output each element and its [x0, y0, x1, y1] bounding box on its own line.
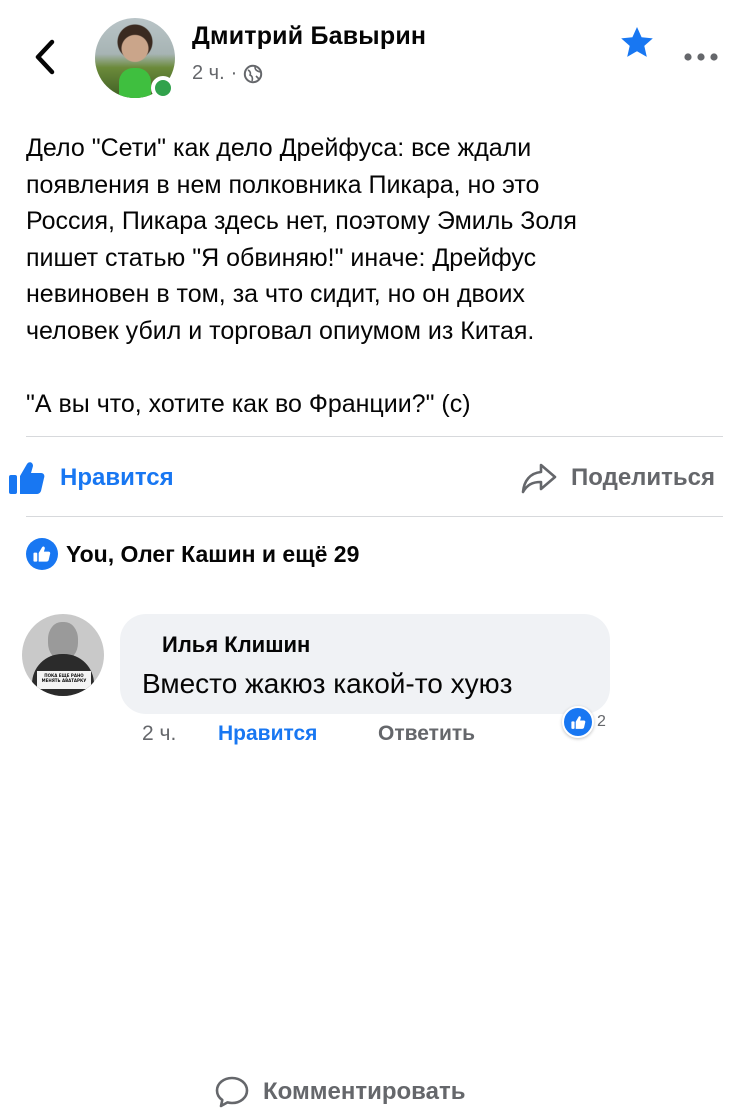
- comment-bubble-icon: [215, 1076, 249, 1108]
- post-time[interactable]: 2 ч.: [192, 62, 225, 85]
- post-header: Дмитрий Бавырин 2 ч. ·: [0, 0, 749, 110]
- like-reaction-icon: [562, 706, 594, 738]
- post-text-line: появления в нем полковника Пикара, но эт…: [26, 170, 540, 199]
- divider-bottom: [26, 516, 723, 517]
- more-dots-icon[interactable]: [683, 52, 719, 62]
- post-text-line: человек убил и торговал опиумом из Китая…: [26, 316, 535, 345]
- share-button[interactable]: Поделиться: [521, 452, 715, 504]
- comment-like-count: 2: [597, 713, 606, 730]
- post-meta: 2 ч. ·: [192, 62, 263, 85]
- share-label: Поделиться: [571, 464, 716, 491]
- like-label: Нравится: [60, 464, 174, 491]
- commenter-name[interactable]: Илья Клишин: [162, 632, 310, 658]
- share-arrow-icon: [521, 463, 557, 494]
- online-status-indicator: [151, 76, 175, 100]
- comment-like-button[interactable]: Нравится: [218, 722, 378, 746]
- comment-reply-button[interactable]: Ответить: [378, 722, 475, 746]
- comment-bubble: Илья Клишин Вместо жакюз какой-то хуюз: [120, 614, 610, 714]
- post-body: Дело "Сети" как дело Дрейфуса: все ждали…: [26, 130, 726, 422]
- like-button[interactable]: Нравится: [8, 452, 174, 504]
- post-actions: Нравится Комментировать Поделиться: [0, 452, 749, 1108]
- author-avatar[interactable]: [95, 18, 175, 100]
- comment-label: Комментировать: [263, 1078, 466, 1105]
- comment-button[interactable]: Комментировать: [215, 1066, 749, 1118]
- author-name[interactable]: Дмитрий Бавырин: [192, 22, 426, 51]
- commenter-avatar[interactable]: ПОКА ЕЩЕ РАНО МЕНЯТЬ АВАТАРКУ: [22, 614, 104, 696]
- like-reaction-icon: [26, 538, 58, 570]
- comment-time: 2 ч.: [142, 722, 177, 745]
- comment-reaction-count[interactable]: 2: [562, 706, 606, 738]
- post-text-line: Россия, Пикара здесь нет, поэтому Эмиль …: [26, 207, 577, 235]
- post-text-line: Дело "Сети" как дело Дрейфуса: все ждали: [26, 134, 532, 162]
- divider-top: [26, 436, 723, 437]
- post-text-line: невиновен в том, за что сидит, но он дво…: [26, 280, 525, 308]
- globe-icon: [244, 64, 263, 83]
- post-text-line: пишет статью "Я обвиняю!" иначе: Дрейфус: [26, 243, 537, 272]
- comment-text: Вместо жакюз какой-то хуюз: [142, 668, 513, 699]
- back-button[interactable]: [30, 38, 60, 76]
- meta-separator: ·: [230, 62, 238, 84]
- avatar-sign-text: ПОКА ЕЩЕ РАНО МЕНЯТЬ АВАТАРКУ: [37, 671, 91, 689]
- thumbs-up-icon: [9, 462, 45, 494]
- post-quote: "А вы что, хотите как во Франции?" (с): [26, 389, 471, 418]
- star-icon[interactable]: [620, 26, 654, 58]
- reactions-text: You, Олег Кашин и ещё 29: [66, 540, 360, 567]
- reactions-summary[interactable]: You, Олег Кашин и ещё 29: [26, 538, 359, 570]
- comment-meta: 2 ч. Нравится Ответить: [142, 722, 475, 746]
